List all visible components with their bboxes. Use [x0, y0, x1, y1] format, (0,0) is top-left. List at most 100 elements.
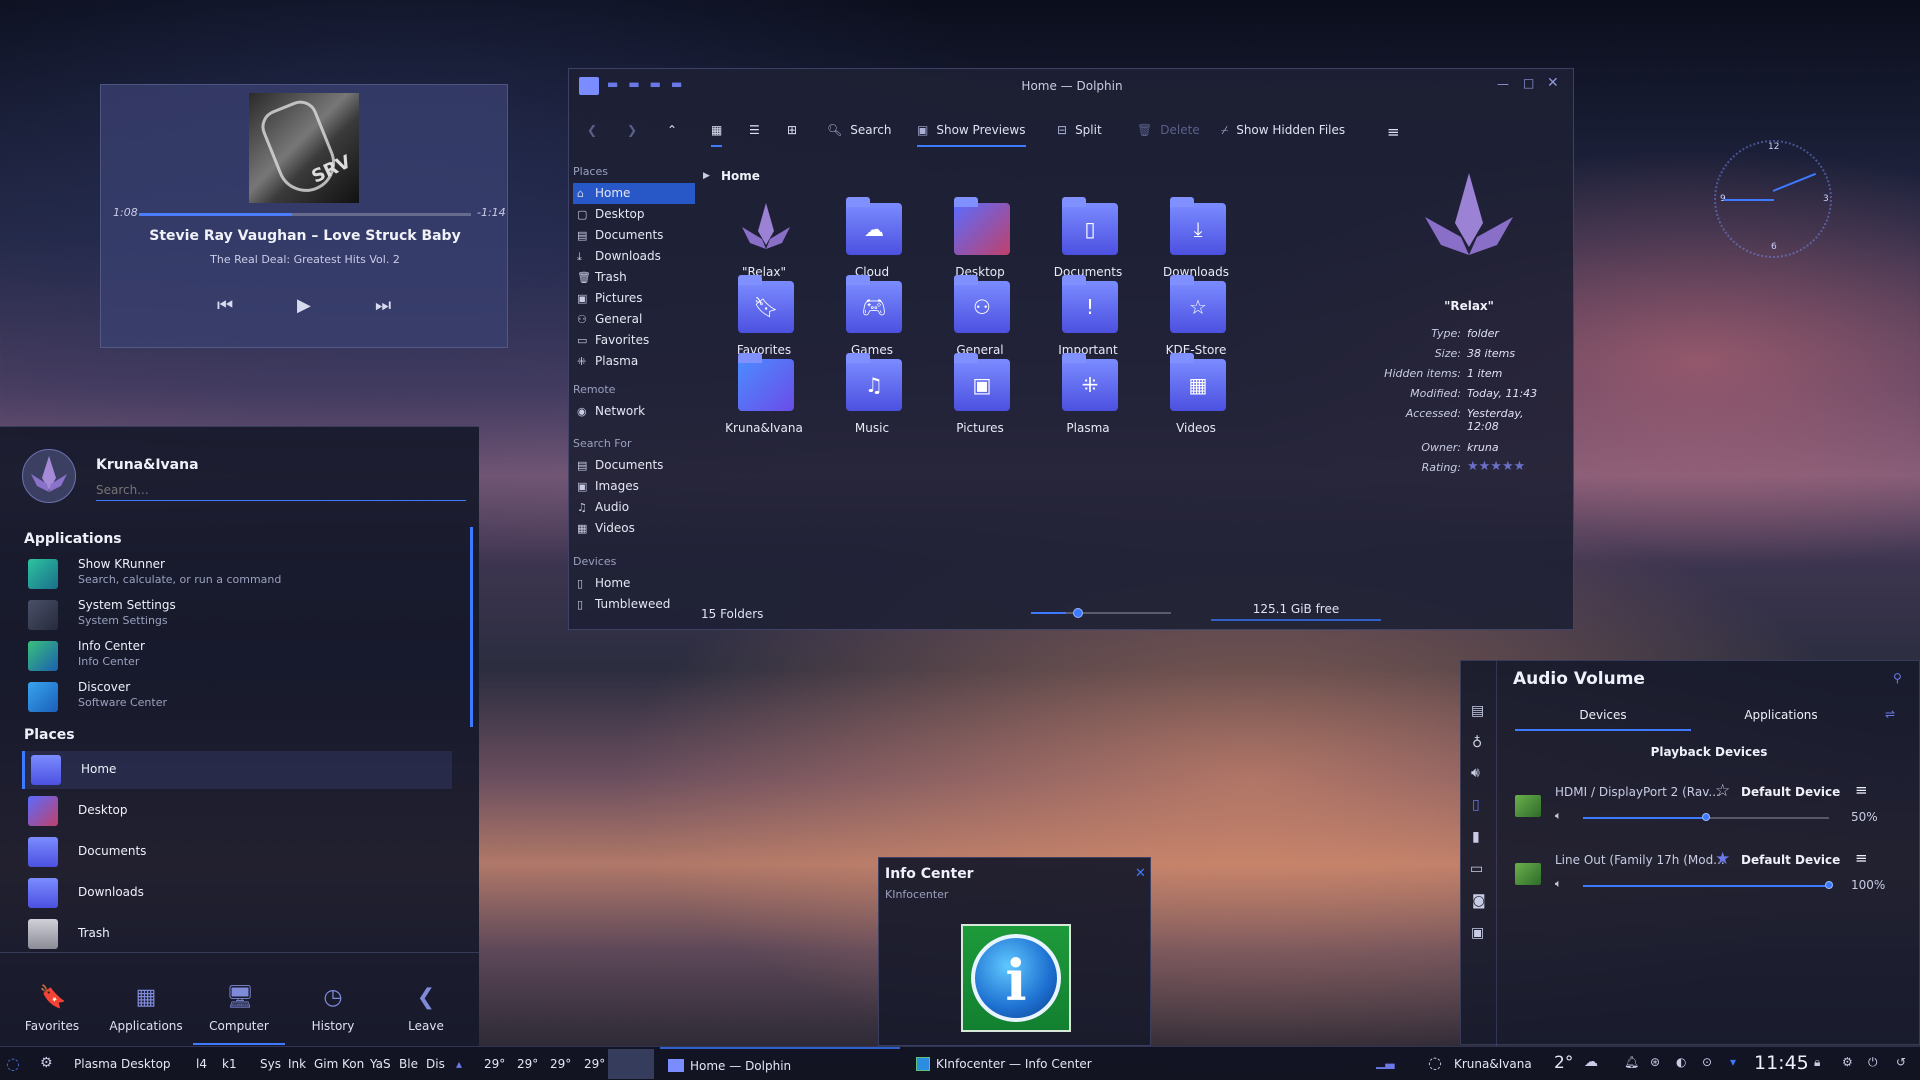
next-track-button[interactable]: ⏭: [375, 295, 391, 316]
quicklaunch-kon[interactable]: Kon: [342, 1057, 364, 1071]
file-item-kde-store[interactable]: ☆ KDE-Store: [1141, 275, 1251, 367]
quicklaunch-ble[interactable]: Ble: [399, 1057, 418, 1071]
close-icon[interactable]: ✕: [1135, 866, 1146, 881]
forward-button[interactable]: ❯: [627, 123, 637, 147]
file-item-games[interactable]: 🎮︎ Games: [817, 275, 927, 367]
tab-applications[interactable]: ▦ Applications: [100, 975, 192, 1045]
play-button[interactable]: ▶: [297, 295, 311, 316]
file-item-cloud[interactable]: ☁ Cloud: [817, 197, 927, 289]
task-dolphin[interactable]: Home — Dolphin: [660, 1047, 900, 1080]
activity-label[interactable]: Plasma Desktop: [74, 1057, 171, 1071]
launcher-icon[interactable]: ◌: [6, 1054, 20, 1073]
window-thumbnail[interactable]: i: [961, 924, 1071, 1032]
tab-favorites[interactable]: 🔖 Favorites: [6, 975, 98, 1045]
speaker-icon[interactable]: 🔈︎: [1555, 877, 1562, 891]
delete-button[interactable]: 🗑 Delete: [1137, 123, 1200, 147]
volume-slider-handle[interactable]: [1825, 881, 1833, 889]
star-outline-icon[interactable]: ☆: [1715, 781, 1730, 801]
up-button[interactable]: ⌃: [667, 123, 677, 147]
close-button[interactable]: ✕: [1547, 75, 1559, 91]
weather-temperature[interactable]: 2°: [1554, 1053, 1573, 1073]
file-item-music[interactable]: ♫ Music: [817, 353, 927, 445]
search-for-videos[interactable]: ▦ Videos: [573, 518, 695, 539]
compact-view-button[interactable]: ☰: [749, 123, 760, 147]
user-switch-icon[interactable]: ◌: [1428, 1053, 1442, 1072]
tab-computer[interactable]: 🖥 Computer: [193, 975, 285, 1045]
file-item-favorites[interactable]: 🔖︎ Favorites: [709, 275, 819, 367]
quicklaunch-sys[interactable]: Sys: [260, 1057, 281, 1071]
search-button[interactable]: 🔍︎ Search: [827, 123, 891, 147]
file-item-videos[interactable]: ▦ Videos: [1141, 353, 1251, 445]
speaker-icon[interactable]: 🔊︎: [1471, 765, 1480, 781]
usb-drive-icon[interactable]: ▮: [1472, 829, 1480, 845]
file-item-general[interactable]: ⚇ General: [925, 275, 1035, 367]
places-item-network[interactable]: ◉ Network: [573, 401, 695, 422]
search-for-documents[interactable]: ▤ Documents: [573, 455, 695, 476]
previous-track-button[interactable]: ⏮: [217, 295, 233, 316]
places-item-desktop[interactable]: ▢ Desktop: [573, 204, 695, 225]
search-for-images[interactable]: ▣ Images: [573, 476, 695, 497]
launcher-search-input[interactable]: [96, 479, 466, 501]
back-button[interactable]: ❮: [587, 123, 597, 147]
quicklaunch-yas[interactable]: YaS: [370, 1057, 391, 1071]
logout-icon[interactable]: ↺: [1896, 1055, 1906, 1069]
pager-desktop-1[interactable]: l4: [196, 1057, 207, 1071]
places-item-general[interactable]: ⚇ General: [573, 309, 695, 330]
pager-desktop-2[interactable]: k1: [222, 1057, 237, 1071]
split-button[interactable]: ⊟ Split: [1057, 123, 1102, 147]
quicklaunch-dis[interactable]: Dis: [426, 1057, 445, 1071]
night-color-icon[interactable]: ◐: [1676, 1055, 1686, 1069]
rating-stars[interactable]: ★★★★★: [1467, 459, 1525, 474]
clipboard-icon[interactable]: ▤: [1471, 703, 1484, 719]
device-menu-button[interactable]: ≡: [1855, 849, 1868, 867]
places-item-home[interactable]: ⌂ Home: [573, 183, 695, 204]
file-item-kruna-ivana[interactable]: Kruna&Ivana: [709, 353, 819, 445]
cloud-icon[interactable]: ☁: [1584, 1054, 1598, 1070]
tab-applications[interactable]: Applications: [1693, 697, 1869, 731]
pager-preview[interactable]: [608, 1049, 654, 1079]
places-item-pictures[interactable]: ▣ Pictures: [573, 288, 695, 309]
search-for-audio[interactable]: ♫ Audio: [573, 497, 695, 518]
app-item-system-settings[interactable]: System Settings System Settings: [22, 596, 452, 634]
quicklaunch-ink[interactable]: Ink: [288, 1057, 306, 1071]
place-item-downloads[interactable]: Downloads: [22, 874, 452, 912]
app-item-krunner[interactable]: Show KRunner Search, calculate, or run a…: [22, 555, 452, 593]
places-item-favorites[interactable]: ▭ Favorites: [573, 330, 695, 351]
user-name[interactable]: Kruna&Ivana: [1454, 1057, 1532, 1071]
device-menu-button[interactable]: ≡: [1855, 781, 1868, 799]
display-icon[interactable]: ▭: [1470, 861, 1483, 877]
kdeconnect-icon[interactable]: ▯: [1472, 797, 1480, 813]
app-item-discover[interactable]: Discover Software Center: [22, 678, 452, 716]
system-monitor-icon[interactable]: ▁▃: [1376, 1055, 1394, 1069]
disk-icon[interactable]: ◙: [1472, 893, 1486, 909]
zoom-slider-handle[interactable]: [1073, 608, 1083, 618]
minimize-button[interactable]: —: [1497, 77, 1509, 91]
hamburger-menu-button[interactable]: ≡: [1387, 123, 1400, 147]
star-filled-icon[interactable]: ★: [1715, 849, 1730, 869]
track-progress-bar[interactable]: [139, 213, 471, 216]
task-infocenter[interactable]: KInfocenter — Info Center: [908, 1047, 1188, 1080]
power-icon[interactable]: ⏻: [1868, 1055, 1878, 1070]
maximize-button[interactable]: □: [1523, 76, 1534, 90]
network-monitor-icon[interactable]: ▣: [1471, 925, 1484, 941]
place-item-documents[interactable]: Documents: [22, 833, 452, 871]
settings-icon[interactable]: ⚙: [1842, 1055, 1853, 1069]
scrollbar[interactable]: [470, 527, 473, 727]
file-item-downloads[interactable]: ⤓ Downloads: [1141, 197, 1251, 289]
places-item-plasma[interactable]: ⁜ Plasma: [573, 351, 695, 372]
file-item-important[interactable]: ! Important: [1033, 275, 1143, 367]
tab-leave[interactable]: ❮ Leave: [380, 975, 472, 1045]
expand-arrow-icon[interactable]: ▴: [456, 1057, 462, 1071]
file-item-desktop[interactable]: Desktop: [925, 197, 1035, 289]
free-space-indicator[interactable]: 125.1 GiB free: [1211, 599, 1381, 621]
speaker-icon[interactable]: 🔈︎: [1555, 809, 1562, 823]
file-item-plasma[interactable]: ⁜ Plasma: [1033, 353, 1143, 445]
device-home[interactable]: ▯ Home: [573, 573, 695, 594]
zoom-slider[interactable]: [1031, 612, 1171, 614]
volume-slider-handle[interactable]: [1702, 813, 1710, 821]
breadcrumb[interactable]: Home: [721, 169, 760, 183]
tab-history[interactable]: ◷ History: [287, 975, 379, 1045]
places-item-documents[interactable]: ▤ Documents: [573, 225, 695, 246]
places-item-downloads[interactable]: ⤓ Downloads: [573, 246, 695, 267]
place-item-home[interactable]: Home: [22, 751, 452, 789]
